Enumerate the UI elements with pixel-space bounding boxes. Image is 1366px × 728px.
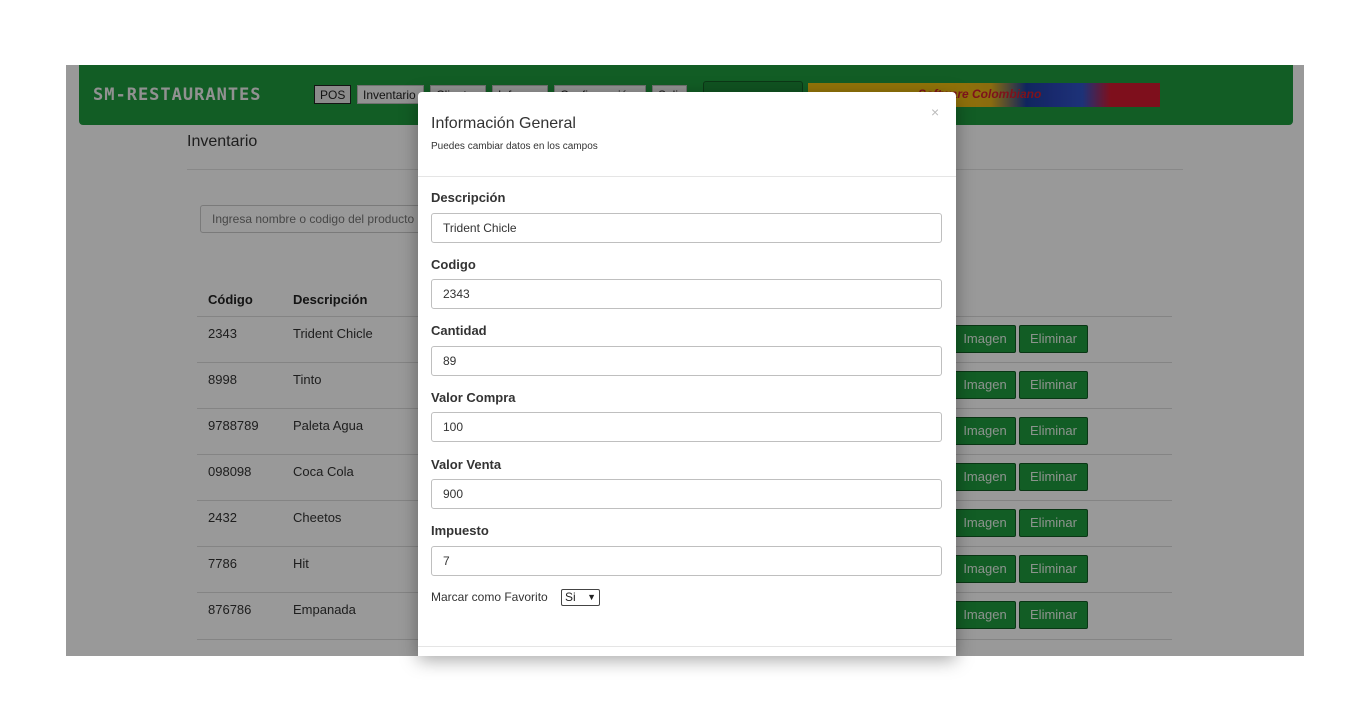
modal-title: Información General [431, 115, 576, 132]
impuesto-field[interactable]: 7 [431, 546, 942, 576]
modal-subtitle: Puedes cambiar datos en los campos [431, 141, 598, 152]
chevron-down-icon: ▼ [587, 592, 596, 602]
modal-footer-divider [418, 646, 956, 647]
codigo-field[interactable]: 2343 [431, 279, 942, 309]
modal-header-divider [418, 176, 956, 177]
favorite-select[interactable]: Si ▼ [561, 589, 600, 606]
product-info-modal: Información General Puedes cambiar datos… [418, 92, 956, 656]
descripcion-label: Descripción [431, 190, 506, 205]
valor-venta-field[interactable]: 900 [431, 479, 942, 509]
cantidad-field[interactable]: 89 [431, 346, 942, 376]
favorite-select-value: Si [565, 590, 576, 604]
cantidad-label: Cantidad [431, 323, 487, 338]
valor-compra-field[interactable]: 100 [431, 412, 942, 442]
favorite-label: Marcar como Favorito [431, 590, 548, 604]
close-icon[interactable]: × [931, 104, 939, 120]
valor-venta-label: Valor Venta [431, 457, 502, 472]
valor-compra-label: Valor Compra [431, 390, 516, 405]
descripcion-field[interactable]: Trident Chicle [431, 213, 942, 243]
codigo-label: Codigo [431, 257, 476, 272]
impuesto-label: Impuesto [431, 523, 489, 538]
